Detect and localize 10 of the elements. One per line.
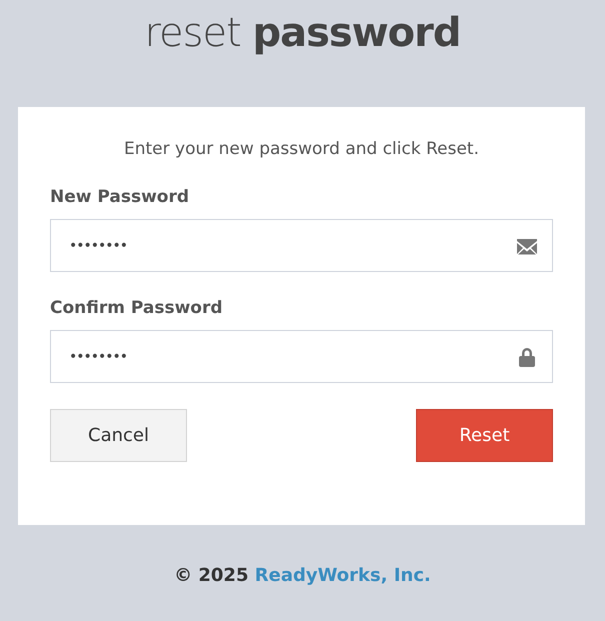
page-title: reset password [143, 9, 462, 58]
lock-icon [516, 346, 538, 368]
copyright-text: © 2025 [174, 565, 248, 586]
reset-button[interactable]: Reset [416, 409, 553, 462]
password-field[interactable]: •••••••• [50, 330, 553, 383]
password-field[interactable]: •••••••• [50, 219, 553, 272]
field-label: New Password [50, 187, 190, 207]
field-label: Confirm Password [50, 298, 224, 318]
cancel-button[interactable]: Cancel [50, 409, 187, 462]
instructions-text: Enter your new password and click Reset. [123, 139, 480, 159]
